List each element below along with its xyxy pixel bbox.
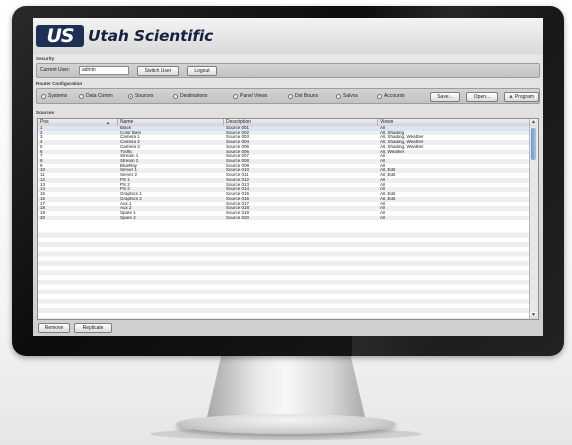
cell-description: Source 020 (226, 215, 250, 220)
radio-button-icon[interactable] (336, 94, 341, 99)
sort-ascending-icon: ▲ (106, 120, 110, 125)
table-body: 1 Black Source 001 All 2 Color Bars Source 002… (38, 126, 532, 319)
radio-label: Systems (48, 93, 68, 99)
cell-views: All (380, 215, 386, 220)
monitor-photo-background: US Utah Scientific Security Current User… (0, 0, 572, 445)
monitor-stand-base (176, 414, 396, 434)
radio-label: Panel Views (240, 93, 268, 99)
security-section-label: Security (36, 56, 55, 61)
column-header-name[interactable]: Name (118, 119, 224, 126)
cell-pos: 20 (40, 215, 46, 220)
remove-button[interactable]: Remove (38, 323, 70, 333)
router-configuration-panel: Systems Data Comm Sources Destinations Panel… (36, 88, 540, 104)
program-button-label: Program (514, 94, 535, 100)
column-header-description[interactable]: Description (224, 119, 378, 126)
radio-label: Sources (135, 93, 154, 99)
table-row[interactable]: 20 Spare 2 Source 020 All (38, 215, 532, 221)
radio-label: Accounts (384, 93, 405, 99)
sources-section-label: Sources (36, 110, 55, 115)
logout-button[interactable]: Logout (187, 66, 217, 76)
open-button[interactable]: Open... (466, 92, 498, 102)
radio-button-icon[interactable] (79, 94, 84, 99)
brand-name: Utah Scientific (88, 27, 214, 45)
security-panel: Current User: admin Switch User Logout (36, 63, 540, 78)
radio-label: Salvos (343, 93, 359, 99)
utah-scientific-logo-icon: US (36, 25, 84, 47)
scroll-up-icon[interactable]: ▲ (530, 119, 537, 126)
switch-user-button[interactable]: Switch User (137, 66, 179, 76)
radio-label: Dst Bouns (295, 93, 319, 99)
radio-label: Destinations (180, 93, 208, 99)
table-vertical-scrollbar[interactable]: ▲ ▼ (529, 119, 538, 319)
app-window: US Utah Scientific Security Current User… (33, 18, 543, 336)
replicate-button[interactable]: Replicate (74, 323, 112, 333)
radio-button-icon[interactable] (41, 94, 46, 99)
router-configuration-section-label: Router Configuration (36, 81, 83, 86)
cell-name: Spare 2 (120, 215, 136, 220)
radio-button-icon[interactable] (128, 94, 133, 99)
radio-button-icon[interactable] (377, 94, 382, 99)
brand-header: US Utah Scientific (33, 18, 543, 54)
current-user-label: Current User: (40, 67, 71, 73)
current-user-field[interactable]: admin (79, 66, 129, 75)
program-button[interactable]: ▲ Program (504, 92, 539, 102)
scrollbar-thumb[interactable] (531, 128, 536, 160)
radio-button-icon[interactable] (173, 94, 178, 99)
empty-rows (38, 228, 532, 319)
column-header-views[interactable]: Views (378, 119, 532, 126)
program-arrow-icon: ▲ (508, 94, 514, 100)
monitor-stand-neck (206, 356, 366, 418)
radio-button-icon[interactable] (233, 94, 238, 99)
scroll-down-icon[interactable]: ▼ (530, 312, 537, 319)
radio-button-icon[interactable] (288, 94, 293, 99)
save-button[interactable]: Save... (430, 92, 460, 102)
radio-label: Data Comm (86, 93, 113, 99)
sources-table: Pos ▲ Name Description Views 1 Black Sourc… (37, 118, 539, 320)
